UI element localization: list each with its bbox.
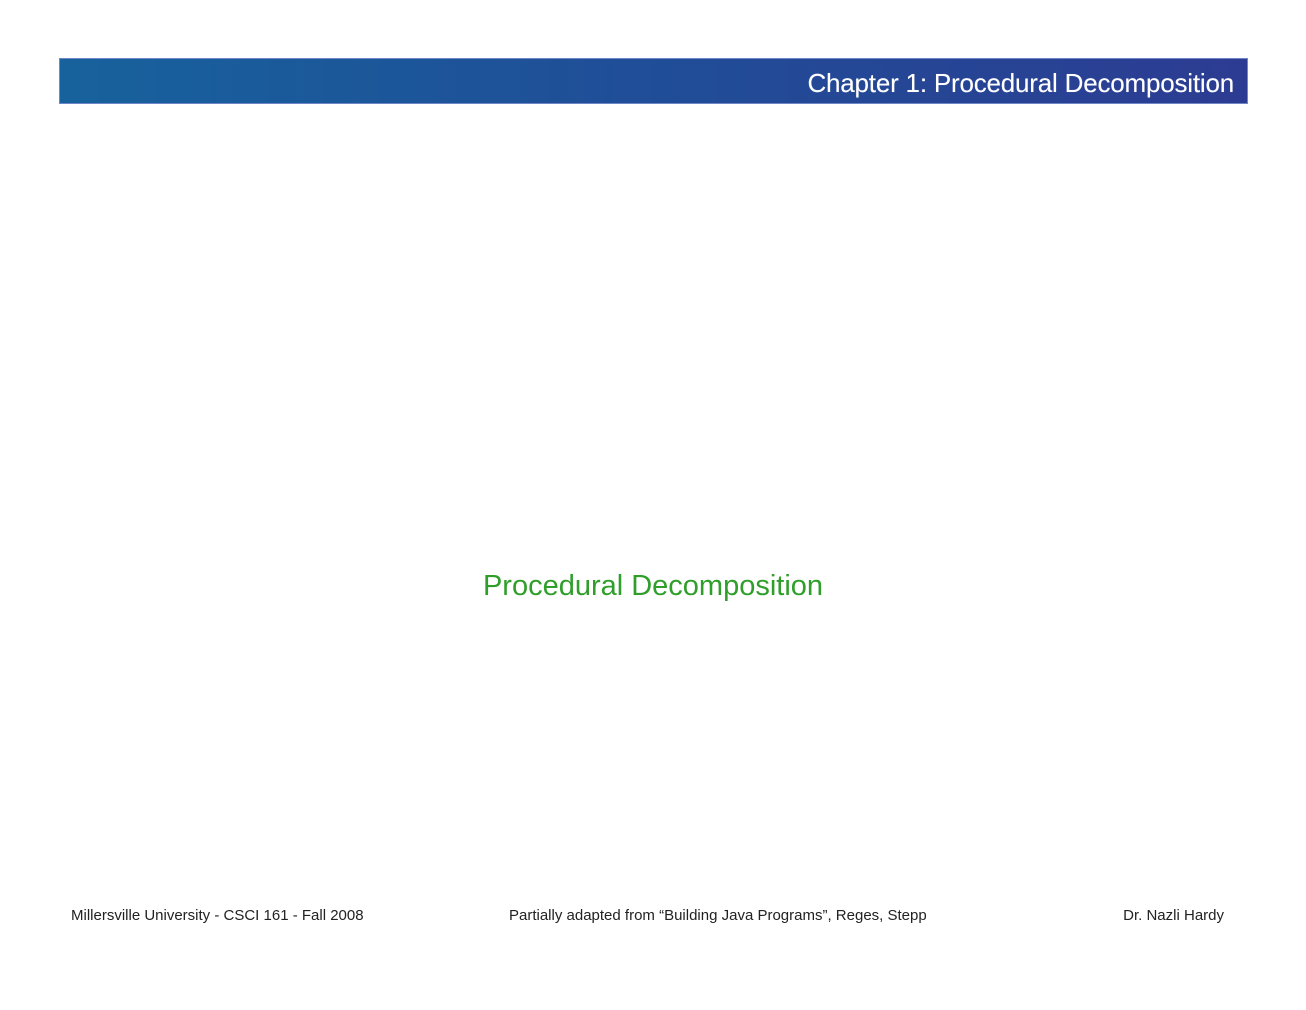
slide-title: Procedural Decomposition xyxy=(482,570,824,602)
footer-attribution: Partially adapted from “Building Java Pr… xyxy=(509,907,927,924)
chapter-title: Chapter 1: Procedural Decomposition xyxy=(807,68,1234,98)
footer-author: Dr. Nazli Hardy xyxy=(1123,907,1224,924)
slide: Chapter 1: Procedural Decomposition Proc… xyxy=(0,0,1306,1010)
header-bar: Chapter 1: Procedural Decomposition xyxy=(59,58,1248,104)
footer-course: Millersville University - CSCI 161 - Fal… xyxy=(71,907,364,924)
